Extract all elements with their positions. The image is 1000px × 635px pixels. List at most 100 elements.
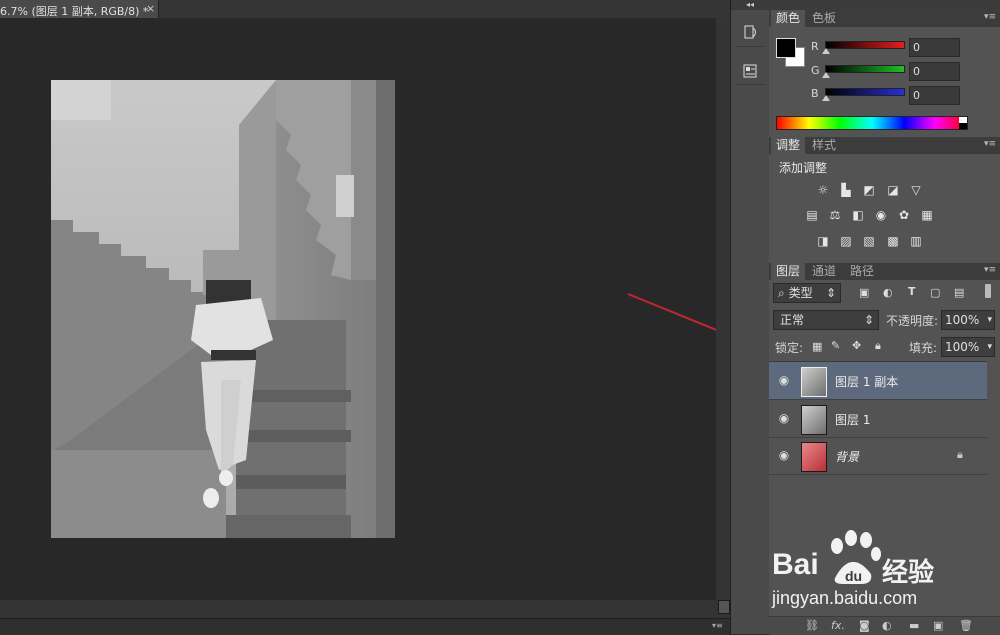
blend-mode-dropdown[interactable]: 正常 ⇕ (773, 310, 879, 330)
link-icon[interactable]: ⛓ (805, 619, 819, 632)
smart-object-filter-icon[interactable]: ▤ (954, 286, 964, 299)
folder-icon[interactable]: ▬ (909, 619, 919, 632)
layer-thumbnail (801, 405, 827, 435)
red-slider[interactable] (825, 41, 905, 49)
trash-icon[interactable]: 🗑︎ (959, 619, 973, 632)
fx-icon[interactable]: fx. (831, 619, 845, 632)
layer-row[interactable]: ◉ 背景 🔒︎ (769, 437, 987, 475)
lock-transparent-icon[interactable]: ▦ (812, 340, 822, 353)
watermark: Bai du 经验 jingyan.baidu.com (772, 528, 1000, 614)
slider-marker[interactable] (822, 48, 830, 54)
lock-position-icon[interactable]: ✥ (852, 339, 861, 352)
vertical-scrollbar[interactable] (716, 18, 730, 618)
tab-paths[interactable]: 路径 (845, 263, 879, 280)
opacity-field[interactable]: 100% ▾ (941, 310, 995, 330)
tab-swatches[interactable]: 色板 (807, 10, 841, 27)
channel-label-r: R (811, 40, 819, 53)
green-value-field[interactable]: 0 (909, 62, 960, 81)
adjustments-panel-header: 调整 样式 ▾≡ (769, 137, 1000, 154)
filter-toggle[interactable] (985, 284, 991, 298)
brightness-icon[interactable]: ☼ (816, 184, 830, 197)
panel-menu-icon[interactable]: ▾≡ (984, 12, 996, 22)
lock-brush-icon[interactable]: ✎ (831, 339, 840, 352)
selective-color-icon[interactable]: ▥ (909, 235, 923, 248)
layer-row[interactable]: ◉ 图层 1 副本 (769, 362, 987, 400)
camera-icon[interactable]: ◉ (874, 209, 888, 222)
type-filter-icon[interactable]: T (908, 285, 916, 298)
red-value-field[interactable]: 0 (909, 38, 960, 57)
eye-icon[interactable]: ◉ (777, 448, 791, 462)
properties-icon[interactable] (736, 58, 764, 85)
color-panel-header: 颜色 色板 ▾≡ (769, 10, 1000, 27)
gradient-map-icon[interactable]: ▩ (886, 235, 900, 248)
layer-filter-value: 类型 (788, 286, 813, 300)
slider-marker[interactable] (822, 95, 830, 101)
layer-name[interactable]: 图层 1 副本 (835, 373, 898, 390)
blend-mode-value: 正常 (780, 313, 805, 327)
invert-icon[interactable]: ◨ (816, 235, 830, 248)
threshold-icon[interactable]: ▧ (862, 235, 876, 248)
layer-filter-dropdown[interactable]: ⌕ 类型 ⇕ (773, 283, 841, 303)
green-slider[interactable] (825, 65, 905, 73)
eye-icon[interactable]: ◉ (777, 411, 791, 425)
channel-label-b: B (811, 87, 819, 100)
lock-all-icon[interactable]: 🔒︎ (875, 339, 881, 353)
paw-logo: du (831, 530, 881, 584)
layer-thumbnail (801, 442, 827, 472)
search-icon: ⌕ (778, 286, 785, 300)
watermark-brand-right: 经验 (882, 558, 935, 588)
image-filter-icon[interactable]: ▣ (859, 286, 869, 299)
fill-field[interactable]: 100% ▾ (941, 337, 995, 357)
horizontal-scrollbar[interactable] (0, 600, 716, 618)
tab-adjustments[interactable]: 调整 (771, 137, 806, 154)
levels-icon[interactable]: ▙ (839, 184, 853, 197)
history-icon[interactable] (736, 20, 764, 47)
panel-collapse-bar (769, 0, 1000, 10)
panel-menu-icon[interactable]: ▾≡ (984, 265, 996, 275)
layers-panel-header: 图层 通道 路径 ▾≡ (769, 263, 1000, 280)
status-menu-icon[interactable]: ▾≡ (712, 621, 723, 630)
grid-icon[interactable]: ▦ (920, 209, 934, 222)
layer-name[interactable]: 背景 (835, 448, 859, 465)
channel-label-g: G (811, 64, 820, 77)
blue-slider[interactable] (825, 88, 905, 96)
triangle-icon[interactable]: ▽ (909, 184, 923, 197)
new-layer-icon[interactable]: ▣ (933, 619, 943, 632)
lock-label: 锁定: (775, 341, 804, 355)
chevron-down-icon: ▾ (987, 342, 992, 352)
adjustment-layer-icon[interactable]: ◐ (882, 619, 892, 632)
posterize-icon[interactable]: ▨ (839, 235, 853, 248)
adjustment-filter-icon[interactable]: ◐ (883, 286, 893, 299)
eye-icon[interactable]: ◉ (777, 373, 791, 387)
lock-icon: 🔒︎ (957, 448, 963, 461)
collapse-icon[interactable]: ◂◂ (731, 0, 769, 10)
layer-name[interactable]: 图层 1 (835, 411, 870, 428)
bw-icon[interactable]: ◧ (851, 209, 865, 222)
slider-marker[interactable] (822, 72, 830, 78)
adjustments-heading: 添加调整 (779, 161, 828, 175)
scrollbar-thumb[interactable] (718, 600, 730, 614)
blue-value-field[interactable]: 0 (909, 86, 960, 105)
curves-icon[interactable]: ◩ (862, 184, 876, 197)
vibrance-icon[interactable]: ▤ (805, 209, 819, 222)
tab-channels[interactable]: 通道 (807, 263, 841, 280)
tab-color[interactable]: 颜色 (771, 10, 806, 27)
tab-layers[interactable]: 图层 (771, 263, 806, 280)
balance-icon[interactable]: ⚖ (828, 209, 842, 222)
foreground-color-swatch[interactable] (776, 38, 796, 58)
exposure-icon[interactable]: ◪ (886, 184, 900, 197)
color-spectrum-bar[interactable] (776, 116, 968, 130)
tab-styles[interactable]: 样式 (807, 137, 841, 154)
panel-icon-strip: ◂◂ (730, 0, 770, 634)
chevron-down-icon: ⇕ (863, 313, 874, 327)
status-bar: ▾≡ (0, 618, 730, 635)
panel-menu-icon[interactable]: ▾≡ (984, 139, 996, 149)
mixer-icon[interactable]: ✿ (897, 209, 911, 222)
chevron-down-icon: ⇕ (825, 286, 836, 300)
mask-icon[interactable]: ◙ (859, 619, 870, 632)
shape-filter-icon[interactable]: ▢ (930, 286, 940, 299)
layer-row[interactable]: ◉ 图层 1 (769, 400, 987, 438)
svg-text:du: du (845, 568, 862, 584)
opacity-label: 不透明度: (886, 314, 939, 328)
fill-value: 100% (945, 340, 980, 354)
